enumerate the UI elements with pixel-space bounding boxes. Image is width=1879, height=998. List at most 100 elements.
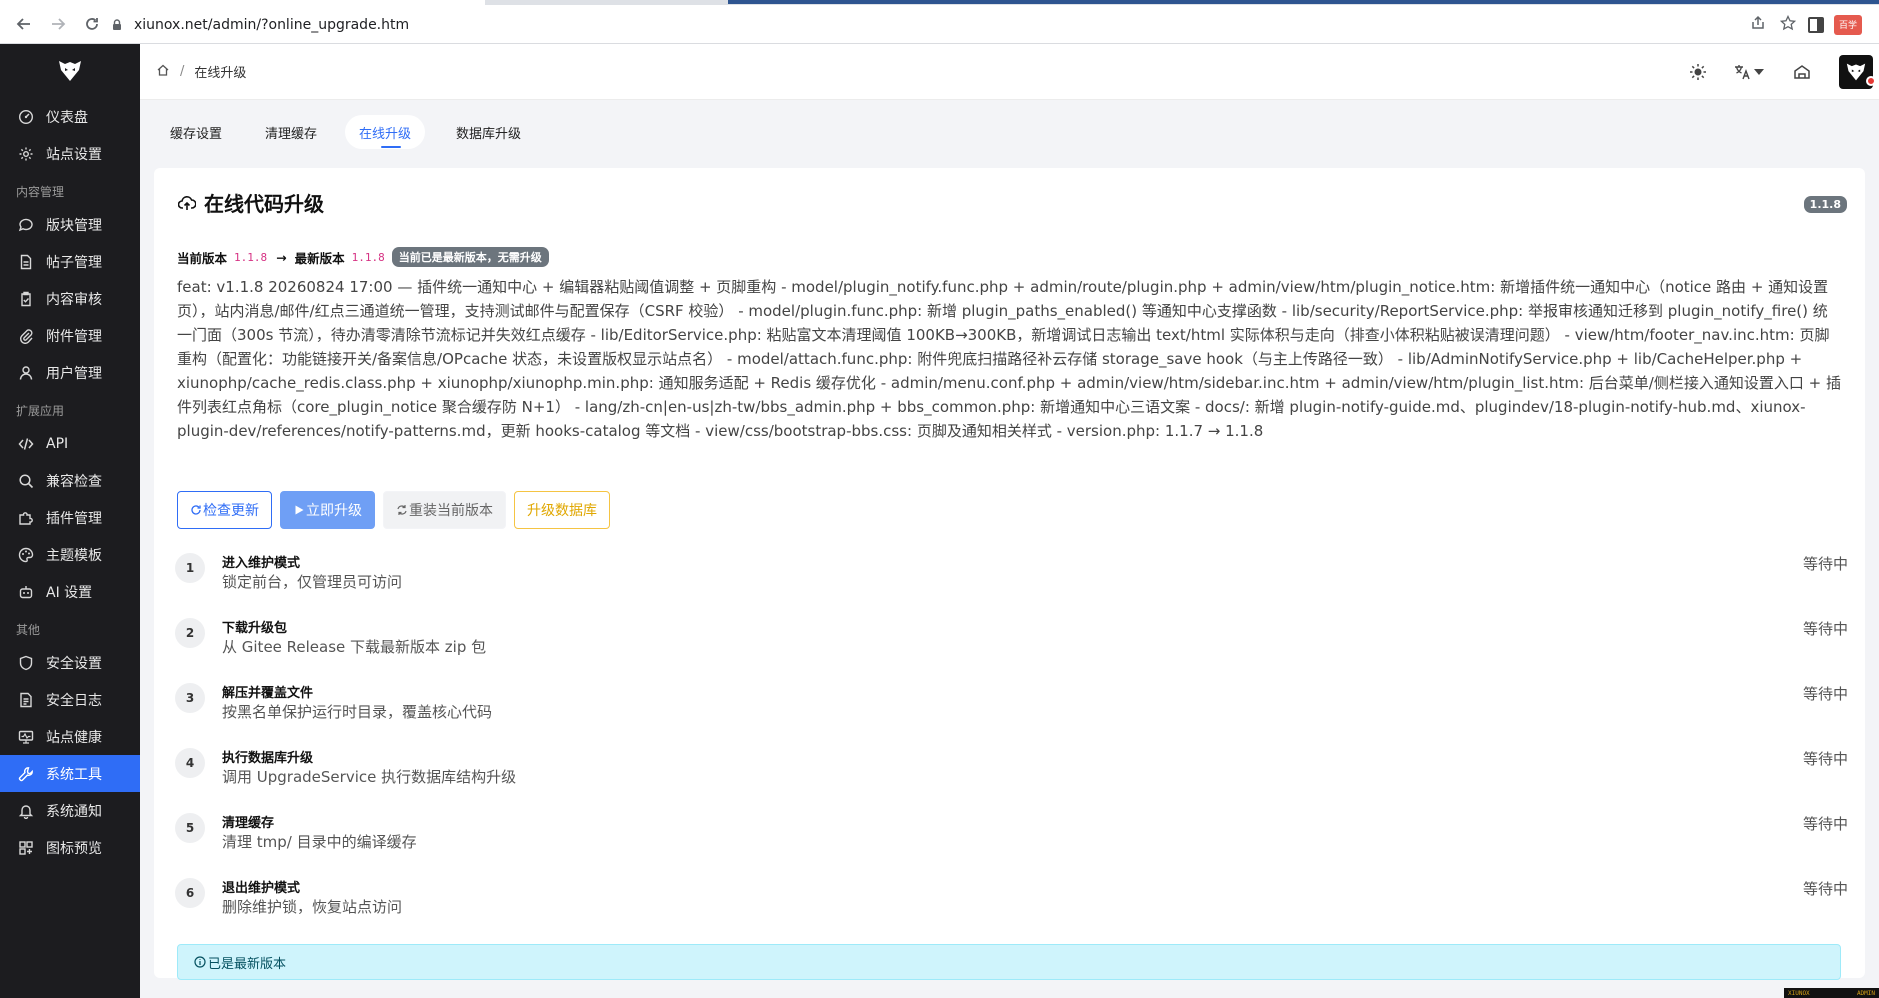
reinstall-button[interactable]: 重装当前版本 bbox=[383, 491, 506, 529]
browser-tab-group[interactable] bbox=[728, 0, 1879, 4]
sidebar-item-label: 安全日志 bbox=[46, 692, 102, 709]
upgrade-now-button[interactable]: 立即升级 bbox=[280, 491, 375, 529]
upgrade-now-label: 立即升级 bbox=[306, 502, 362, 518]
back-icon[interactable] bbox=[10, 10, 38, 38]
sidebar-item-gear[interactable]: 站点设置 bbox=[0, 135, 140, 172]
upgrade-step: 6 退出维护模式 删除维护锁，恢复站点访问 等待中 bbox=[175, 873, 1848, 938]
gear-icon bbox=[18, 146, 34, 162]
bell-icon bbox=[18, 803, 34, 819]
step-description: 从 Gitee Release 下载最新版本 zip 包 bbox=[222, 638, 487, 656]
play-icon bbox=[295, 505, 304, 515]
top-header: / 在线升级 bbox=[140, 44, 1879, 100]
check-update-button[interactable]: 检查更新 bbox=[177, 491, 272, 529]
sidebar-item-puzzle[interactable]: 插件管理 bbox=[0, 499, 140, 536]
step-status: 等待中 bbox=[1802, 620, 1848, 638]
step-number: 3 bbox=[175, 683, 205, 713]
sidebar-item-log[interactable]: 安全日志 bbox=[0, 681, 140, 718]
sidebar-item-label: 内容审核 bbox=[46, 291, 102, 308]
step-description: 锁定前台，仅管理员可访问 bbox=[222, 573, 403, 591]
step-description: 按黑名单保护运行时目录，覆盖核心代码 bbox=[222, 703, 493, 721]
sidebar-item-label: AI 设置 bbox=[46, 584, 93, 601]
sidebar-item-grid[interactable]: 图标预览 bbox=[0, 829, 140, 866]
sidebar-item-label: 仪表盘 bbox=[46, 109, 88, 126]
user-avatar[interactable] bbox=[1839, 55, 1876, 89]
upgrade-step: 1 进入维护模式 锁定前台，仅管理员可访问 等待中 bbox=[175, 548, 1848, 613]
upgrade-db-button[interactable]: 升级数据库 bbox=[514, 491, 610, 529]
info-circle-icon bbox=[194, 956, 206, 968]
sidebar-item-palette[interactable]: 主题模板 bbox=[0, 536, 140, 573]
step-number: 6 bbox=[175, 878, 205, 908]
step-status: 等待中 bbox=[1802, 555, 1848, 573]
reload-icon[interactable] bbox=[78, 10, 106, 38]
puzzle-icon bbox=[18, 510, 34, 526]
sidebar-item-shield[interactable]: 安全设置 bbox=[0, 644, 140, 681]
step-status: 等待中 bbox=[1802, 815, 1848, 833]
card-title-text: 在线代码升级 bbox=[204, 192, 324, 216]
sidebar-item-robot[interactable]: AI 设置 bbox=[0, 573, 140, 610]
reinstall-label: 重装当前版本 bbox=[409, 502, 493, 518]
frontend-home-icon[interactable] bbox=[1793, 63, 1811, 81]
tool-tabs: 缓存设置 清理缓存 在线升级 数据库升级 bbox=[140, 100, 1879, 164]
forward-icon[interactable] bbox=[44, 10, 72, 38]
dashboard-icon bbox=[18, 109, 34, 125]
star-icon[interactable] bbox=[1779, 14, 1797, 35]
tab-db-upgrade[interactable]: 数据库升级 bbox=[442, 115, 535, 149]
step-title: 下载升级包 bbox=[222, 621, 288, 636]
breadcrumb: / 在线升级 bbox=[156, 62, 246, 81]
online-status-dot bbox=[1866, 76, 1876, 86]
step-description: 清理 tmp/ 目录中的编译缓存 bbox=[222, 833, 417, 851]
sidebar-item-label: 安全设置 bbox=[46, 655, 102, 672]
tab-online-upgrade[interactable]: 在线升级 bbox=[345, 115, 426, 149]
sidebar-item-label: 帖子管理 bbox=[46, 254, 102, 271]
sidebar-item-chat[interactable]: 版块管理 bbox=[0, 206, 140, 243]
current-version-label: 当前版本 bbox=[177, 250, 228, 266]
theme-toggle-icon[interactable] bbox=[1689, 63, 1707, 81]
changelog-text: feat: v1.1.8 20260824 17:00 — 插件统一通知中心 +… bbox=[177, 278, 1841, 440]
extension-badge[interactable]: 百学 bbox=[1834, 14, 1862, 35]
address-bar[interactable]: xiunox.net/admin/?online_upgrade.htm bbox=[108, 10, 1797, 39]
sidepanel-icon[interactable] bbox=[1808, 16, 1824, 33]
sidebar-group-ext: 扩展应用 bbox=[16, 404, 65, 418]
card-title: 在线代码升级 bbox=[178, 188, 324, 217]
action-buttons: 检查更新 立即升级 重装当前版本 升级数据库 bbox=[177, 491, 610, 529]
lock-icon[interactable] bbox=[110, 18, 124, 32]
paperclip-icon bbox=[18, 328, 34, 344]
upgrade-step: 2 下载升级包从 Gitee Release 下载最新版本 zip 包 等待中 bbox=[175, 613, 1848, 678]
chat-icon bbox=[18, 217, 34, 233]
info-alert-text: 已是最新版本 bbox=[208, 956, 287, 972]
upgrade-step: 5 清理缓存 清理 tmp/ 目录中的编译缓存 等待中 bbox=[175, 808, 1848, 873]
home-icon[interactable] bbox=[156, 63, 170, 81]
step-number: 1 bbox=[175, 553, 205, 583]
url-text[interactable]: xiunox.net/admin/?online_upgrade.htm bbox=[134, 17, 409, 33]
shield-icon bbox=[18, 655, 34, 671]
step-title: 执行数据库升级 bbox=[222, 751, 314, 766]
upgrade-step: 3 解压并覆盖文件 按黑名单保护运行时目录，覆盖核心代码 等待中 bbox=[175, 678, 1848, 743]
site-logo[interactable] bbox=[0, 44, 140, 98]
sidebar-item-search[interactable]: 兼容检查 bbox=[0, 462, 140, 499]
language-icon[interactable] bbox=[1733, 63, 1751, 81]
sidebar-item-code[interactable]: API bbox=[0, 425, 140, 462]
status-badge: 当前已是最新版本，无需升级 bbox=[391, 247, 549, 267]
tab-clear-cache[interactable]: 清理缓存 bbox=[251, 115, 331, 149]
sidebar-item-wrench[interactable]: 系统工具 bbox=[0, 755, 140, 792]
sidebar-item-label: 插件管理 bbox=[46, 510, 102, 527]
upgrade-step: 4 执行数据库升级 调用 UpgradeService 执行数据库结构升级 等待中 bbox=[175, 743, 1848, 808]
sidebar-item-bell[interactable]: 系统通知 bbox=[0, 792, 140, 829]
share-icon[interactable] bbox=[1750, 15, 1766, 35]
logo-icon bbox=[59, 61, 81, 81]
user-icon bbox=[18, 365, 34, 381]
tab-cache-settings[interactable]: 缓存设置 bbox=[156, 115, 236, 149]
sidebar-item-label: 附件管理 bbox=[46, 328, 102, 345]
sidebar-item-document[interactable]: 帖子管理 bbox=[0, 243, 140, 280]
grid-icon bbox=[18, 840, 34, 856]
sidebar-item-dashboard[interactable]: 仪表盘 bbox=[0, 98, 140, 135]
sync-icon bbox=[397, 505, 407, 515]
sidebar-item-user[interactable]: 用户管理 bbox=[0, 354, 140, 391]
upgrade-card: 在线代码升级 1.1.8 当前版本 1.1.8 → 最新版本 1.1.8 当前已… bbox=[154, 168, 1865, 980]
chevron-down-icon[interactable] bbox=[1753, 66, 1765, 78]
sidebar-item-paperclip[interactable]: 附件管理 bbox=[0, 317, 140, 354]
sidebar-item-clipboard-check[interactable]: 内容审核 bbox=[0, 280, 140, 317]
sidebar-item-monitor[interactable]: 站点健康 bbox=[0, 718, 140, 755]
sidebar: 仪表盘 站点设置 内容管理 版块管理 帖子管理 内容审核 附件管理 用户管理 扩展应用 A… bbox=[0, 44, 140, 998]
clipboard-check-icon bbox=[18, 291, 34, 307]
